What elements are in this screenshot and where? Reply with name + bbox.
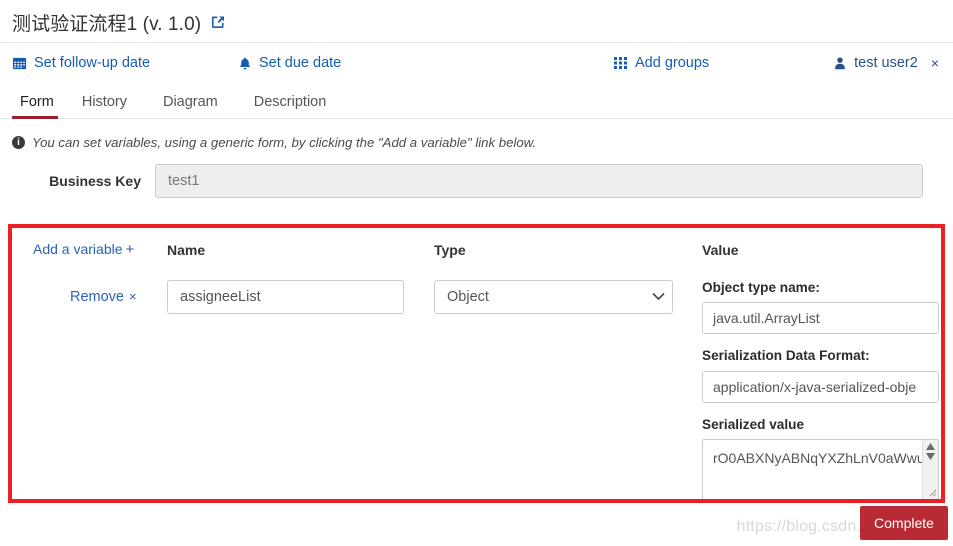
variables-section: Add a variable + Name Type Value Remove × … (12, 232, 942, 510)
business-key-input[interactable] (155, 164, 923, 198)
add-a-variable-label: Add a variable (33, 241, 123, 257)
action-bar: Set follow-up date Set due date Add grou… (0, 43, 953, 83)
set-follow-up-date-button[interactable]: Set follow-up date (12, 55, 150, 71)
scroll-down-arrow-icon[interactable] (926, 452, 935, 460)
assignee-remove-button[interactable]: × (931, 56, 939, 70)
serialized-value-label: Serialized value (702, 416, 805, 432)
assignee-name: test user2 (854, 55, 918, 71)
business-key-label: Business Key (49, 173, 141, 189)
add-groups-button[interactable]: Add groups (614, 55, 709, 71)
tab-bar: Form History Diagram Description (0, 83, 953, 119)
serialized-value-wrapper: rO0ABXNyABNqYXZhLnV0aWwuQXJyYXlMaXN0eIHS… (702, 438, 939, 501)
calendar-icon (12, 56, 27, 71)
page-title: 测试验证流程1 (v. 1.0) (12, 13, 202, 35)
column-header-name: Name (167, 242, 206, 258)
object-type-name-input[interactable] (702, 302, 939, 335)
external-link-icon[interactable] (210, 14, 226, 30)
resize-grip-icon[interactable] (927, 487, 937, 497)
plus-icon: + (125, 241, 135, 258)
assignee-chip: test user2 × (833, 55, 939, 71)
tab-diagram[interactable]: Diagram (145, 94, 236, 119)
close-icon: × (129, 289, 137, 304)
column-header-type: Type (434, 242, 466, 258)
user-icon (833, 56, 847, 71)
object-type-name-label: Object type name: (702, 280, 820, 295)
variable-row: Remove × Object Object type name: Seriali… (12, 280, 942, 510)
scroll-up-arrow-icon[interactable] (926, 442, 935, 450)
info-message: i You can set variables, using a generic… (0, 119, 953, 150)
variable-type-select[interactable]: Object (434, 280, 673, 314)
serialized-value-textarea[interactable]: rO0ABXNyABNqYXZhLnV0aWwuQXJyYXlMaXN0eIHS… (702, 438, 939, 501)
complete-button[interactable]: Complete (860, 506, 948, 540)
tab-description[interactable]: Description (236, 94, 345, 119)
remove-variable-button[interactable]: Remove × (70, 289, 137, 305)
variable-name-input[interactable] (167, 280, 404, 314)
tab-history[interactable]: History (64, 94, 145, 119)
info-circle-icon: i (12, 136, 25, 149)
add-a-variable-button[interactable]: Add a variable + (33, 241, 134, 258)
serialization-data-format-label: Serialization Data Format: (702, 348, 870, 364)
variables-header-row: Add a variable + Name Type Value (12, 232, 942, 264)
set-due-date-label: Set due date (259, 55, 342, 71)
business-key-row: Business Key (0, 164, 953, 198)
set-follow-up-date-label: Set follow-up date (34, 55, 151, 71)
info-message-text: You can set variables, using a generic f… (32, 135, 537, 150)
remove-variable-label: Remove (70, 289, 124, 305)
set-due-date-button[interactable]: Set due date (238, 55, 341, 71)
serialization-data-format-input[interactable] (702, 370, 939, 403)
grid-icon (614, 56, 628, 70)
tab-form[interactable]: Form (12, 94, 64, 119)
column-header-value: Value (702, 242, 739, 258)
add-groups-label: Add groups (635, 55, 710, 71)
bell-icon (238, 56, 252, 71)
page-header: 测试验证流程1 (v. 1.0) (0, 0, 953, 43)
variable-value-column: Object type name: Serialization Data For… (702, 280, 942, 501)
